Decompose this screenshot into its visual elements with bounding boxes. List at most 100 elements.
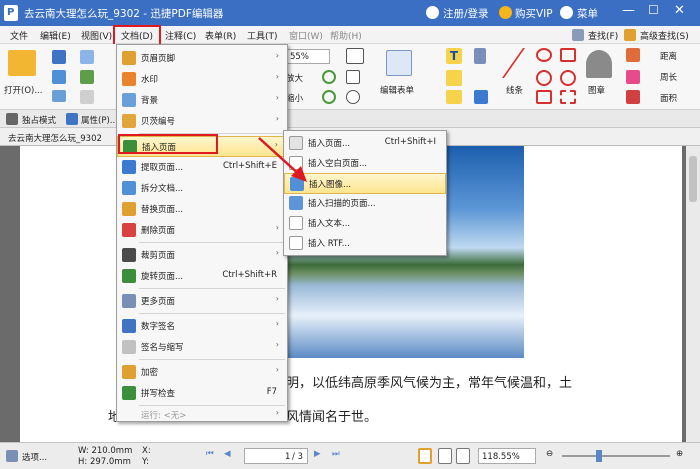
undo-icon[interactable] [80, 50, 94, 64]
rotate-ccw-icon[interactable] [322, 90, 336, 104]
login-link[interactable]: 注册/登录 [443, 6, 489, 21]
menu-item-digital-sign[interactable]: 数字签名 › [117, 316, 287, 337]
properties-button[interactable]: 属性(P)... [81, 114, 118, 126]
open-button[interactable]: 打开(O)... [4, 84, 42, 96]
vertical-scrollbar[interactable] [686, 146, 700, 442]
page-number-input[interactable]: 1 / 3 [244, 448, 308, 464]
menu-edit[interactable]: 编辑(E) [40, 29, 71, 42]
options-button[interactable]: 选项... [22, 451, 47, 463]
next-page-icon[interactable]: ▶ [314, 449, 321, 459]
prev-page-icon[interactable]: ◀ [224, 449, 231, 459]
menu-item-header-footer[interactable]: 页眉页脚 › [117, 48, 287, 69]
email-icon[interactable] [52, 90, 66, 102]
perimeter-button[interactable]: 周长 [660, 71, 677, 83]
highlighter-icon[interactable] [626, 90, 640, 104]
print-icon[interactable] [52, 70, 66, 84]
menu-item-delete-page[interactable]: 删除页面 › [117, 220, 287, 241]
find-button[interactable]: 查找(F) [588, 29, 618, 42]
checkbox-field-icon[interactable] [346, 70, 360, 84]
menu-item-bates[interactable]: 贝茨编号 › [117, 111, 287, 132]
menu-item-more-pages[interactable]: 更多页面 › [117, 291, 287, 312]
menu-item-spell-check[interactable]: 拼写检查 F7 [117, 383, 287, 404]
menu-form[interactable]: 表单(R) [205, 29, 236, 42]
area-button[interactable]: 面积 [660, 92, 677, 104]
menu-icon[interactable] [560, 6, 573, 19]
minimize-icon[interactable]: — [622, 3, 635, 18]
vip-icon[interactable] [499, 6, 512, 19]
replace-page-icon [122, 202, 136, 216]
page-text-line1: 明，以低纬高原季风气候为主，常年气候温和，土 [286, 376, 573, 391]
insert-rtf-icon [289, 236, 303, 250]
zoom-in-icon[interactable]: ⊕ [676, 449, 683, 459]
maximize-icon[interactable]: ☐ [648, 3, 659, 17]
menu-file[interactable]: 文件 [10, 29, 28, 42]
zoom-combo[interactable]: 118.55% [478, 448, 536, 464]
zoom-select[interactable]: 55% [286, 49, 330, 64]
menu-view[interactable]: 视图(V) [81, 29, 112, 42]
first-page-icon[interactable]: ⏮ [206, 449, 214, 459]
menu-item-sign-initials[interactable]: 签名与缩写 › [117, 337, 287, 358]
close-icon[interactable]: ✕ [674, 3, 685, 18]
zoom-slider[interactable] [562, 450, 670, 462]
menu-item-background[interactable]: 背景 › [117, 90, 287, 111]
vip-link[interactable]: 购买VIP [515, 6, 553, 21]
menu-tools[interactable]: 工具(T) [247, 29, 278, 42]
strike-icon[interactable] [446, 70, 462, 86]
menu-item-replace-page[interactable]: 替换页面... [117, 199, 287, 220]
edit-form-button[interactable]: 编辑表单 [380, 84, 414, 96]
stamp-button[interactable]: 图章 [588, 84, 605, 96]
text-field-icon[interactable] [346, 48, 364, 64]
zoom-in-button[interactable]: 放大 [286, 72, 303, 84]
stamp-icon[interactable] [586, 50, 612, 78]
save-icon[interactable] [52, 50, 66, 64]
underline-icon[interactable] [446, 90, 462, 104]
document-tab[interactable]: 去云南大理怎么玩_9302 [8, 132, 102, 144]
menu-item-watermark[interactable]: 水印 › [117, 69, 287, 90]
zoom-out-icon[interactable]: ⊖ [546, 449, 553, 459]
menu-item-encrypt[interactable]: 加密 › [117, 362, 287, 383]
rect-dashed-icon[interactable] [560, 90, 576, 104]
zoom-slider-thumb[interactable] [596, 450, 602, 462]
menu-item-run[interactable]: 运行: <无> › [117, 405, 287, 426]
audio-icon[interactable] [474, 90, 488, 104]
menu-comment[interactable]: 注释(C) [165, 29, 196, 42]
menu-window[interactable]: 窗口(W) [289, 29, 323, 42]
view-continuous-icon[interactable] [438, 448, 452, 464]
scrollbar-thumb[interactable] [689, 156, 697, 202]
menu-item-rotate-page[interactable]: 旋转页面... Ctrl+Shift+R [117, 266, 287, 287]
menu-help[interactable]: 帮助(H) [330, 29, 362, 42]
submenu-insert-rtf[interactable]: 插入 RTF... [284, 233, 446, 254]
exclusive-mode-button[interactable]: 独占模式 [22, 114, 56, 126]
view-single-icon[interactable] [418, 448, 432, 464]
ellipse-icon[interactable] [536, 48, 552, 62]
distance-button[interactable]: 距离 [660, 50, 677, 62]
user-icon[interactable] [426, 6, 439, 19]
attach-icon[interactable] [474, 48, 486, 64]
cursor-icon[interactable] [80, 90, 94, 104]
cloud-icon[interactable] [560, 70, 576, 86]
rotate-cw-icon[interactable] [322, 70, 336, 84]
radio-field-icon[interactable] [346, 90, 360, 104]
eraser-icon[interactable] [626, 70, 640, 84]
menu-item-crop-page[interactable]: 裁剪页面 › [117, 245, 287, 266]
circle-icon[interactable] [536, 70, 552, 86]
submenu-insert-text[interactable]: 插入文本... [284, 213, 446, 234]
menu-separator [139, 359, 285, 360]
view-facing-icon[interactable] [456, 448, 470, 464]
polygon-icon[interactable] [560, 48, 576, 62]
ribbon: 打开(O)... 55% 放大 缩小 编辑表单 T 线条 图章 距离 周长 面积 [0, 44, 700, 110]
edit-form-icon[interactable] [386, 50, 412, 76]
line-button[interactable]: 线条 [506, 84, 523, 96]
pencil-icon[interactable] [626, 48, 640, 62]
zoom-out-button[interactable]: 缩小 [286, 92, 303, 104]
width-readout: W: 210.0mm [78, 446, 133, 456]
menu-link[interactable]: 菜单 [577, 6, 598, 21]
rect-icon[interactable] [536, 90, 552, 104]
menu-separator [139, 288, 285, 289]
open-folder-icon[interactable] [8, 50, 36, 76]
text-tool-icon[interactable]: T [446, 48, 462, 64]
advanced-find-button[interactable]: 高级查找(S) [640, 29, 689, 42]
last-page-icon[interactable]: ⏭ [332, 449, 340, 459]
submenu-insert-scan[interactable]: 插入扫描的页面... [284, 193, 446, 214]
redo-icon[interactable] [80, 70, 94, 84]
